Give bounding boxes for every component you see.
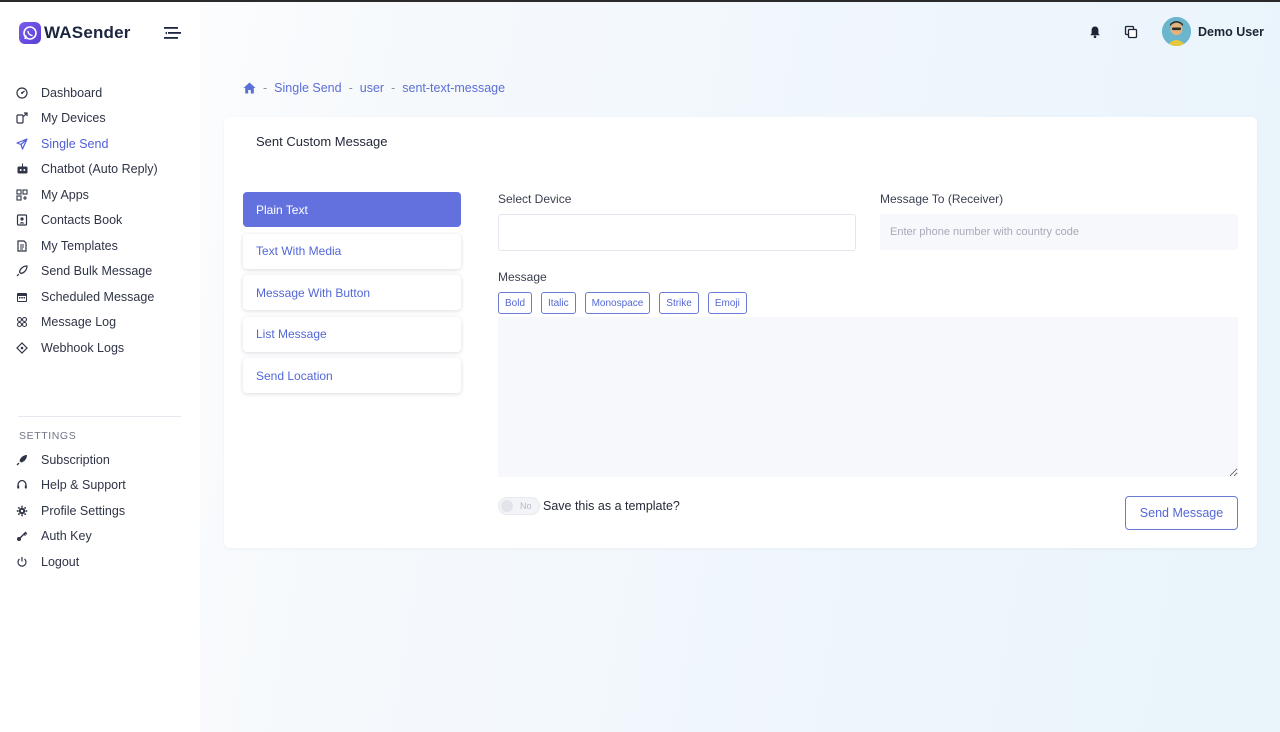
emoji-button[interactable]: Emoji	[707, 292, 747, 314]
sidebar-divider	[18, 416, 181, 417]
tab-plain-text[interactable]: Plain Text	[243, 192, 461, 227]
headset-icon	[15, 478, 29, 492]
breadcrumb-separator: -	[391, 81, 396, 95]
gear-icon	[15, 504, 29, 518]
tab-message-with-button[interactable]: Message With Button	[243, 275, 461, 310]
toggle-state-text: No	[520, 500, 532, 511]
sidebar-item-auth-key[interactable]: Auth Key	[0, 524, 200, 550]
sidebar-item-label: Subscription	[41, 452, 110, 467]
sidebar-nav: Dashboard My Devices Single Send Chatbot (A…	[0, 80, 200, 361]
sidebar-item-label: Dashboard	[41, 85, 103, 100]
message-textarea[interactable]	[498, 317, 1238, 477]
toggle-knob	[501, 500, 513, 512]
sidebar-item-label: Send Bulk Message	[41, 264, 153, 279]
card-title: Sent Custom Message	[256, 134, 388, 149]
monospace-button[interactable]: Monospace	[584, 292, 651, 314]
templates-icon	[15, 239, 29, 253]
calendar-icon	[15, 290, 29, 304]
save-template-label: Save this as a template?	[543, 499, 680, 513]
settings-nav: Subscription Help & Support Profile Settin…	[0, 447, 200, 575]
breadcrumb: - Single Send - user - sent-text-message	[243, 81, 505, 95]
sidebar-item-label: Logout	[41, 554, 80, 569]
sidebar-item-my-apps[interactable]: My Apps	[0, 182, 200, 208]
key-icon	[15, 529, 29, 543]
settings-section-title: SETTINGS	[19, 430, 77, 442]
save-template-toggle[interactable]: No	[498, 497, 540, 515]
breadcrumb-separator: -	[348, 81, 353, 95]
sidebar-item-message-log[interactable]: Message Log	[0, 310, 200, 336]
sidebar-item-label: Scheduled Message	[41, 289, 155, 304]
sidebar-item-chatbot-auto-reply[interactable]: Chatbot (Auto Reply)	[0, 157, 200, 183]
sidebar: WASender Dashboard My Devices Single Send C…	[0, 2, 200, 732]
home-icon[interactable]	[243, 82, 256, 94]
sidebar-item-my-devices[interactable]: My Devices	[0, 106, 200, 132]
select-device-label: Select Device	[498, 192, 572, 206]
sidebar-item-label: Contacts Book	[41, 213, 123, 228]
bold-button[interactable]: Bold	[498, 292, 533, 314]
format-toolbar: Bold Italic Monospace Strike Emoji	[498, 292, 747, 314]
sidebar-item-label: My Devices	[41, 111, 106, 126]
sidebar-item-subscription[interactable]: Subscription	[0, 447, 200, 473]
sidebar-item-label: Single Send	[41, 136, 109, 151]
power-icon	[15, 555, 29, 569]
tab-list-message[interactable]: List Message	[243, 316, 461, 352]
tab-send-location[interactable]: Send Location	[243, 358, 461, 393]
send-message-card: Sent Custom Message Plain Text Text With …	[224, 117, 1257, 548]
send-icon	[15, 137, 29, 151]
apps-icon	[15, 188, 29, 202]
breadcrumb-separator: -	[263, 81, 268, 95]
sidebar-item-scheduled-message[interactable]: Scheduled Message	[0, 284, 200, 310]
tab-text-with-media[interactable]: Text With Media	[243, 233, 461, 269]
italic-button[interactable]: Italic	[541, 292, 576, 314]
log-icon	[15, 315, 29, 329]
app-logo[interactable]: WASender	[19, 22, 131, 44]
sidebar-item-dashboard[interactable]: Dashboard	[0, 80, 200, 106]
app-name: WASender	[44, 23, 131, 42]
device-select[interactable]	[498, 214, 856, 251]
strike-button[interactable]: Strike	[659, 292, 699, 314]
user-name[interactable]: Demo User	[1198, 25, 1264, 39]
menu-toggle-icon[interactable]	[164, 26, 182, 40]
bell-icon[interactable]	[1088, 25, 1102, 39]
receiver-input[interactable]	[880, 214, 1238, 250]
webhook-icon	[15, 341, 29, 355]
sidebar-item-label: Message Log	[41, 315, 117, 330]
sidebar-item-webhook-logs[interactable]: Webhook Logs	[0, 335, 200, 361]
sidebar-item-logout[interactable]: Logout	[0, 549, 200, 575]
breadcrumb-single-send[interactable]: Single Send	[274, 81, 341, 95]
sidebar-item-label: Profile Settings	[41, 503, 126, 518]
message-label: Message	[498, 270, 547, 284]
sidebar-item-label: Chatbot (Auto Reply)	[41, 162, 158, 177]
dashboard-icon	[15, 86, 29, 100]
avatar[interactable]	[1162, 17, 1191, 46]
contacts-icon	[15, 213, 29, 227]
breadcrumb-current[interactable]: sent-text-message	[402, 81, 505, 95]
message-type-tabs: Plain Text Text With Media Message With Bu…	[243, 192, 461, 400]
whatsapp-logo-icon	[19, 22, 41, 44]
receiver-label: Message To (Receiver)	[880, 192, 1004, 206]
sidebar-item-label: Help & Support	[41, 478, 126, 493]
breadcrumb-user[interactable]: user	[360, 81, 384, 95]
window-switch-icon[interactable]	[1124, 25, 1138, 39]
sidebar-item-contacts-book[interactable]: Contacts Book	[0, 208, 200, 234]
robot-icon	[15, 162, 29, 176]
sidebar-item-profile-settings[interactable]: Profile Settings	[0, 498, 200, 524]
sidebar-item-label: My Apps	[41, 187, 89, 202]
devices-icon	[15, 111, 29, 125]
sidebar-item-help-support[interactable]: Help & Support	[0, 473, 200, 499]
sidebar-item-label: My Templates	[41, 238, 118, 253]
rocket-icon	[15, 264, 29, 278]
sidebar-item-my-templates[interactable]: My Templates	[0, 233, 200, 259]
sidebar-item-label: Auth Key	[41, 529, 92, 544]
sidebar-item-send-bulk-message[interactable]: Send Bulk Message	[0, 259, 200, 285]
sidebar-item-single-send[interactable]: Single Send	[0, 131, 200, 157]
subscription-icon	[15, 453, 29, 467]
sidebar-item-label: Webhook Logs	[41, 340, 125, 355]
send-message-button[interactable]: Send Message	[1125, 496, 1238, 530]
